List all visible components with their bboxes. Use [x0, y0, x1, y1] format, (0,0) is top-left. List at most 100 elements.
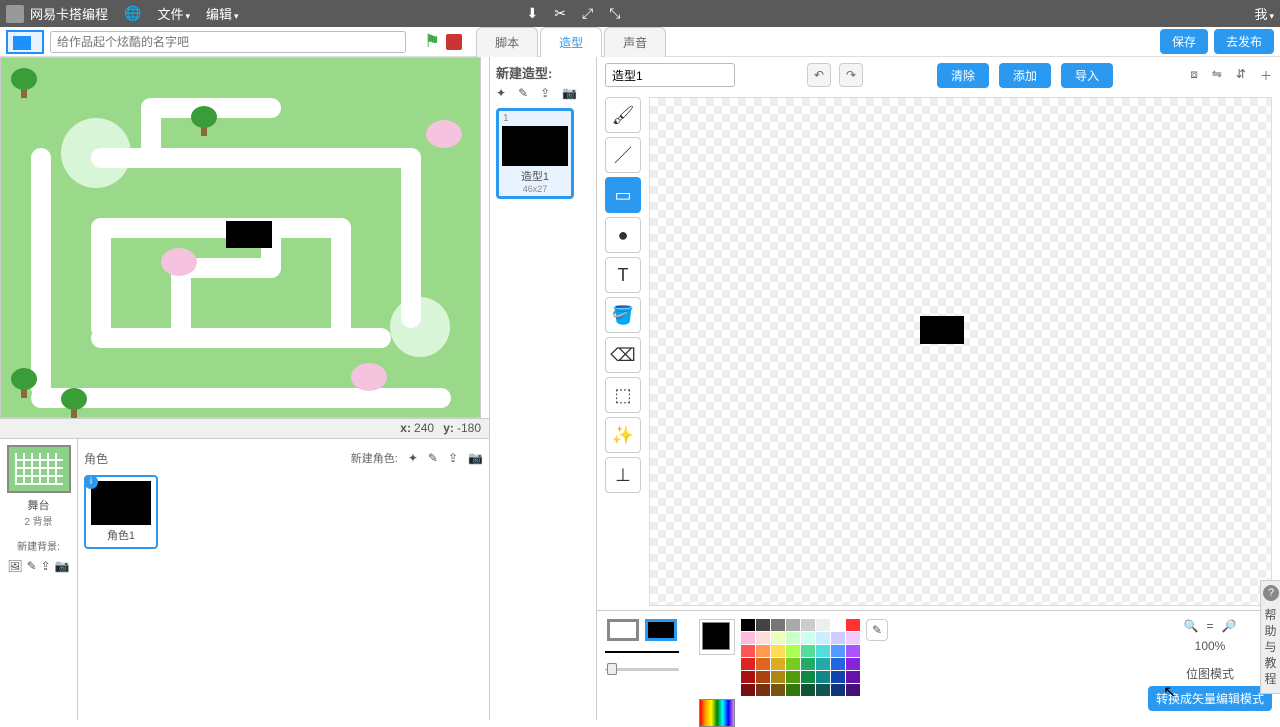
- sprite-paint-icon[interactable]: ✎: [428, 451, 438, 465]
- undo-button[interactable]: ↶: [807, 63, 831, 87]
- color-swatch[interactable]: [801, 619, 815, 631]
- text-tool[interactable]: T: [605, 257, 641, 293]
- fill-mode[interactable]: [645, 619, 677, 641]
- language-icon[interactable]: 🌐: [124, 5, 141, 22]
- tab-costumes[interactable]: 造型: [540, 27, 602, 57]
- costume-library-icon[interactable]: ✦: [496, 86, 506, 100]
- add-button[interactable]: 添加: [999, 63, 1051, 88]
- color-swatch[interactable]: [846, 684, 860, 696]
- line-tool[interactable]: ／: [605, 137, 641, 173]
- shrink-icon[interactable]: ⤡: [609, 5, 620, 22]
- import-button[interactable]: 导入: [1061, 63, 1113, 88]
- color-swatch[interactable]: [816, 671, 830, 683]
- select-tool[interactable]: ⬚: [605, 377, 641, 413]
- color-swatch[interactable]: [831, 684, 845, 696]
- ellipse-tool[interactable]: ●: [605, 217, 641, 253]
- color-swatch[interactable]: [816, 684, 830, 696]
- color-swatch[interactable]: [771, 671, 785, 683]
- color-swatch[interactable]: [771, 632, 785, 644]
- sprite-info-icon[interactable]: i: [84, 475, 98, 489]
- color-swatch[interactable]: [846, 619, 860, 631]
- color-swatch[interactable]: [786, 632, 800, 644]
- edit-menu[interactable]: 编辑: [206, 4, 239, 23]
- stop-icon[interactable]: [446, 34, 462, 50]
- current-color-swatch[interactable]: [702, 622, 730, 650]
- stamp-tool[interactable]: ⊥: [605, 457, 641, 493]
- help-icon[interactable]: ?: [1263, 585, 1279, 601]
- tab-scripts[interactable]: 脚本: [476, 27, 538, 57]
- fill-tool[interactable]: 🪣: [605, 297, 641, 333]
- color-swatch[interactable]: [771, 684, 785, 696]
- stage-thumbnail[interactable]: [7, 445, 71, 493]
- color-swatch[interactable]: [831, 658, 845, 670]
- color-swatch[interactable]: [771, 645, 785, 657]
- save-button[interactable]: 保存: [1160, 29, 1208, 54]
- costume-paint-icon[interactable]: ✎: [518, 86, 528, 100]
- color-swatch[interactable]: [846, 645, 860, 657]
- color-swatch[interactable]: [846, 671, 860, 683]
- color-swatch[interactable]: [816, 632, 830, 644]
- color-swatch[interactable]: [801, 658, 815, 670]
- color-swatch[interactable]: [771, 658, 785, 670]
- user-menu[interactable]: 我: [1254, 4, 1274, 23]
- project-name-input[interactable]: [50, 31, 406, 53]
- help-sidebar-tab[interactable]: ? 帮助与教程: [1260, 580, 1280, 694]
- backdrop-paint-icon[interactable]: ✎: [27, 559, 37, 573]
- costume-camera-icon[interactable]: 📷: [562, 86, 577, 100]
- color-swatch[interactable]: [801, 645, 815, 657]
- cut-icon[interactable]: ✂: [554, 5, 566, 22]
- sprite-upload-icon[interactable]: ⇪: [448, 451, 458, 465]
- color-swatch[interactable]: [741, 632, 755, 644]
- stamp-icon[interactable]: ⬇: [527, 5, 539, 22]
- costume-item[interactable]: 1 造型1 46x27: [496, 108, 574, 199]
- color-swatch[interactable]: [771, 619, 785, 631]
- sprite-item[interactable]: i 角色1: [84, 475, 158, 549]
- tab-sounds[interactable]: 声音: [604, 27, 666, 57]
- color-swatch[interactable]: [831, 671, 845, 683]
- paint-canvas[interactable]: [649, 97, 1272, 606]
- color-swatch[interactable]: [741, 619, 755, 631]
- color-swatch[interactable]: [786, 619, 800, 631]
- costume-upload-icon[interactable]: ⇪: [540, 86, 550, 100]
- color-swatch[interactable]: [801, 671, 815, 683]
- color-swatch[interactable]: [741, 684, 755, 696]
- outline-mode[interactable]: [607, 619, 639, 641]
- eyedropper-icon[interactable]: ✎: [866, 619, 888, 641]
- backdrop-camera-icon[interactable]: 📷: [55, 559, 70, 573]
- clear-button[interactable]: 清除: [937, 63, 989, 88]
- color-swatch[interactable]: [756, 684, 770, 696]
- color-swatch[interactable]: [786, 671, 800, 683]
- file-menu[interactable]: 文件: [157, 4, 190, 23]
- flip-v-icon[interactable]: ⇵: [1236, 67, 1246, 84]
- color-swatch[interactable]: [816, 619, 830, 631]
- color-swatch[interactable]: [741, 645, 755, 657]
- eraser-tool[interactable]: ⌫: [605, 337, 641, 373]
- backdrop-upload-icon[interactable]: ⇪: [41, 559, 51, 573]
- color-swatch[interactable]: [801, 632, 815, 644]
- color-swatch[interactable]: [831, 632, 845, 644]
- redo-button[interactable]: ↷: [839, 63, 863, 87]
- publish-button[interactable]: 去发布: [1214, 29, 1274, 54]
- sprite-library-icon[interactable]: ✦: [408, 451, 418, 465]
- crop-icon[interactable]: ⧈: [1190, 67, 1198, 84]
- stage-size-toggle[interactable]: [6, 30, 44, 54]
- color-swatch[interactable]: [786, 658, 800, 670]
- color-swatch[interactable]: [816, 645, 830, 657]
- color-swatch[interactable]: [756, 671, 770, 683]
- zoom-out-icon[interactable]: 🔍: [1184, 619, 1199, 633]
- brush-tool[interactable]: 🖌: [605, 97, 641, 133]
- wand-tool[interactable]: ✨: [605, 417, 641, 453]
- color-swatch[interactable]: [831, 645, 845, 657]
- line-width-slider[interactable]: [605, 663, 679, 675]
- color-swatch[interactable]: [756, 632, 770, 644]
- color-swatch[interactable]: [831, 619, 845, 631]
- color-swatch[interactable]: [756, 619, 770, 631]
- color-swatch[interactable]: [801, 684, 815, 696]
- costume-name-input[interactable]: [605, 63, 735, 87]
- color-swatch[interactable]: [846, 658, 860, 670]
- convert-mode-button[interactable]: 转换成矢量编辑模式: [1148, 686, 1272, 711]
- color-swatch[interactable]: [786, 645, 800, 657]
- backdrop-library-icon[interactable]: 🖼: [7, 559, 22, 573]
- grow-icon[interactable]: ⤢: [582, 5, 593, 22]
- color-swatch[interactable]: [786, 684, 800, 696]
